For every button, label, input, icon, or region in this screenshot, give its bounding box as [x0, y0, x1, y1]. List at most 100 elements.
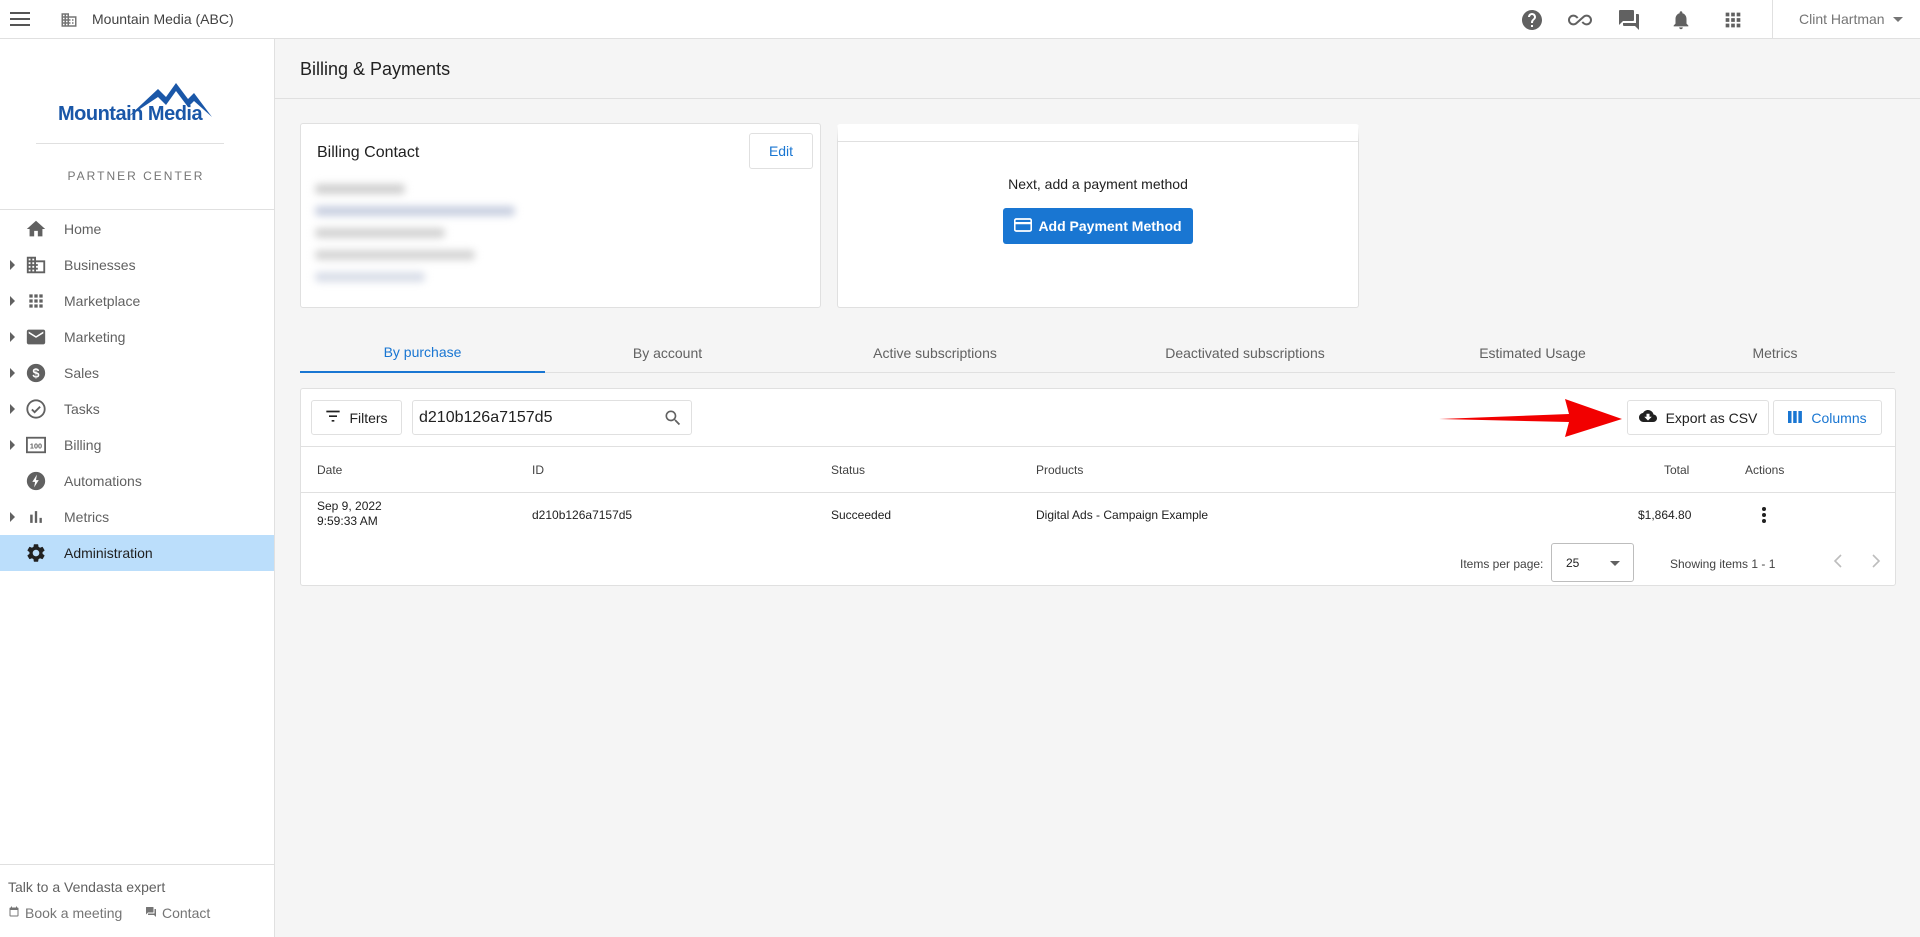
calendar-icon: [8, 905, 20, 921]
row-date: Sep 9, 2022: [317, 499, 382, 513]
column-header-status[interactable]: Status: [831, 463, 865, 477]
sidebar-item-automations[interactable]: Automations: [0, 463, 274, 499]
sidebar-item-label: Automations: [64, 473, 142, 489]
row-time: 9:59:33 AM: [317, 514, 378, 528]
user-menu[interactable]: Clint Hartman: [1799, 11, 1885, 27]
chat-icon: [145, 905, 157, 921]
showing-items-label: Showing items 1 - 1: [1670, 557, 1775, 571]
tab-deactivated-subscriptions[interactable]: Deactivated subscriptions: [1080, 333, 1410, 373]
sidebar-item-home[interactable]: Home: [0, 211, 274, 247]
sidebar-item-administration[interactable]: Administration: [0, 535, 274, 571]
logo: Mountain Media: [58, 79, 218, 129]
expand-arrow-icon[interactable]: [10, 332, 15, 342]
sidebar-item-billing[interactable]: 100 Billing: [0, 427, 274, 463]
topbar-divider: [1772, 0, 1773, 39]
sidebar-nav: Home Businesses Marketplace Marketing $ …: [0, 211, 274, 571]
sidebar: Mountain Media PARTNER CENTER Home Busin…: [0, 39, 275, 937]
sidebar-item-label: Billing: [64, 437, 101, 453]
more-actions-icon[interactable]: [1761, 507, 1767, 527]
sidebar-item-businesses[interactable]: Businesses: [0, 247, 274, 283]
columns-label: Columns: [1811, 410, 1866, 426]
expand-arrow-icon[interactable]: [10, 368, 15, 378]
export-csv-button[interactable]: Export as CSV: [1627, 400, 1769, 435]
bell-icon[interactable]: [1667, 7, 1695, 33]
sidebar-item-sales[interactable]: $ Sales: [0, 355, 274, 391]
sidebar-item-label: Sales: [64, 365, 99, 381]
column-header-date[interactable]: Date: [317, 463, 342, 477]
column-header-id[interactable]: ID: [532, 463, 544, 477]
payment-method-card: Next, add a payment method Add Payment M…: [837, 124, 1359, 308]
next-page-icon[interactable]: [1866, 551, 1886, 571]
sidebar-item-marketplace[interactable]: Marketplace: [0, 283, 274, 319]
building-icon: [60, 11, 78, 34]
talk-to-expert-label: Talk to a Vendasta expert: [8, 879, 165, 895]
sidebar-item-metrics[interactable]: Metrics: [0, 499, 274, 535]
infinity-icon[interactable]: [1566, 7, 1594, 33]
sidebar-divider: [0, 209, 274, 210]
sidebar-item-marketing[interactable]: Marketing: [0, 319, 274, 355]
chevron-down-icon[interactable]: [1893, 17, 1903, 22]
sidebar-footer-divider: [0, 864, 274, 865]
edit-button[interactable]: Edit: [749, 133, 813, 169]
search-input[interactable]: [419, 408, 649, 428]
add-payment-method-label: Add Payment Method: [1038, 218, 1181, 234]
bar-chart-icon: [25, 507, 47, 527]
expand-arrow-icon[interactable]: [10, 260, 15, 270]
credit-card-icon: [1014, 217, 1032, 236]
sidebar-item-label: Metrics: [64, 509, 109, 525]
filters-button[interactable]: Filters: [311, 400, 402, 435]
expand-arrow-icon[interactable]: [10, 296, 15, 306]
svg-text:100: 100: [30, 442, 42, 451]
payment-prompt: Next, add a payment method: [838, 176, 1358, 192]
organization-name[interactable]: Mountain Media (ABC): [92, 11, 234, 27]
tab-by-purchase[interactable]: By purchase: [300, 333, 545, 373]
expand-arrow-icon[interactable]: [10, 512, 15, 522]
sidebar-item-tasks[interactable]: Tasks: [0, 391, 274, 427]
book-meeting-link[interactable]: Book a meeting: [8, 905, 122, 921]
svg-text:$: $: [32, 366, 39, 381]
logo-divider: [36, 143, 224, 144]
items-per-page-select[interactable]: 25: [1551, 543, 1634, 582]
partner-center-label: PARTNER CENTER: [0, 169, 272, 183]
hamburger-menu-icon[interactable]: [10, 12, 30, 27]
red-arrow-annotation: [1439, 395, 1624, 444]
table-row[interactable]: Sep 9, 2022 9:59:33 AM d210b126a7157d5 S…: [301, 493, 1895, 541]
help-icon[interactable]: [1518, 7, 1546, 33]
billing-icon: 100: [25, 435, 47, 455]
check-circle-icon: [25, 399, 47, 419]
column-header-total[interactable]: Total: [1664, 463, 1689, 477]
tab-metrics[interactable]: Metrics: [1655, 333, 1895, 373]
row-status: Succeeded: [831, 508, 891, 522]
sidebar-item-label: Marketing: [64, 329, 125, 345]
items-per-page-label: Items per page:: [1460, 557, 1543, 571]
tab-by-account[interactable]: By account: [545, 333, 790, 373]
tab-active-subscriptions[interactable]: Active subscriptions: [790, 333, 1080, 373]
blurred-contact-details: [315, 184, 645, 284]
expand-arrow-icon[interactable]: [10, 404, 15, 414]
apps-grid-icon[interactable]: [1719, 7, 1747, 33]
filters-label: Filters: [349, 410, 387, 426]
row-total: $1,864.80: [1638, 508, 1691, 522]
home-icon: [25, 219, 47, 239]
top-bar: Mountain Media (ABC) Clint Hartman: [0, 0, 1920, 39]
page-title: Billing & Payments: [300, 59, 450, 80]
export-csv-label: Export as CSV: [1666, 410, 1758, 426]
dollar-icon: $: [25, 363, 47, 383]
expand-arrow-icon[interactable]: [10, 440, 15, 450]
chat-icon[interactable]: [1615, 7, 1643, 33]
add-payment-method-button[interactable]: Add Payment Method: [1003, 208, 1193, 244]
previous-page-icon[interactable]: [1828, 551, 1848, 571]
column-header-products[interactable]: Products: [1036, 463, 1083, 477]
contact-link[interactable]: Contact: [145, 905, 210, 921]
sidebar-item-label: Home: [64, 221, 101, 237]
page-header: Billing & Payments: [275, 39, 1920, 99]
sidebar-item-label: Businesses: [64, 257, 136, 273]
items-per-page-value: 25: [1566, 556, 1579, 570]
sidebar-item-label: Tasks: [64, 401, 100, 417]
search-field[interactable]: [412, 400, 692, 435]
tab-estimated-usage[interactable]: Estimated Usage: [1410, 333, 1655, 373]
sidebar-item-label: Administration: [64, 545, 153, 561]
billing-contact-card: Billing Contact Edit: [300, 123, 821, 308]
search-icon[interactable]: [663, 408, 683, 433]
columns-button[interactable]: Columns: [1773, 400, 1882, 435]
